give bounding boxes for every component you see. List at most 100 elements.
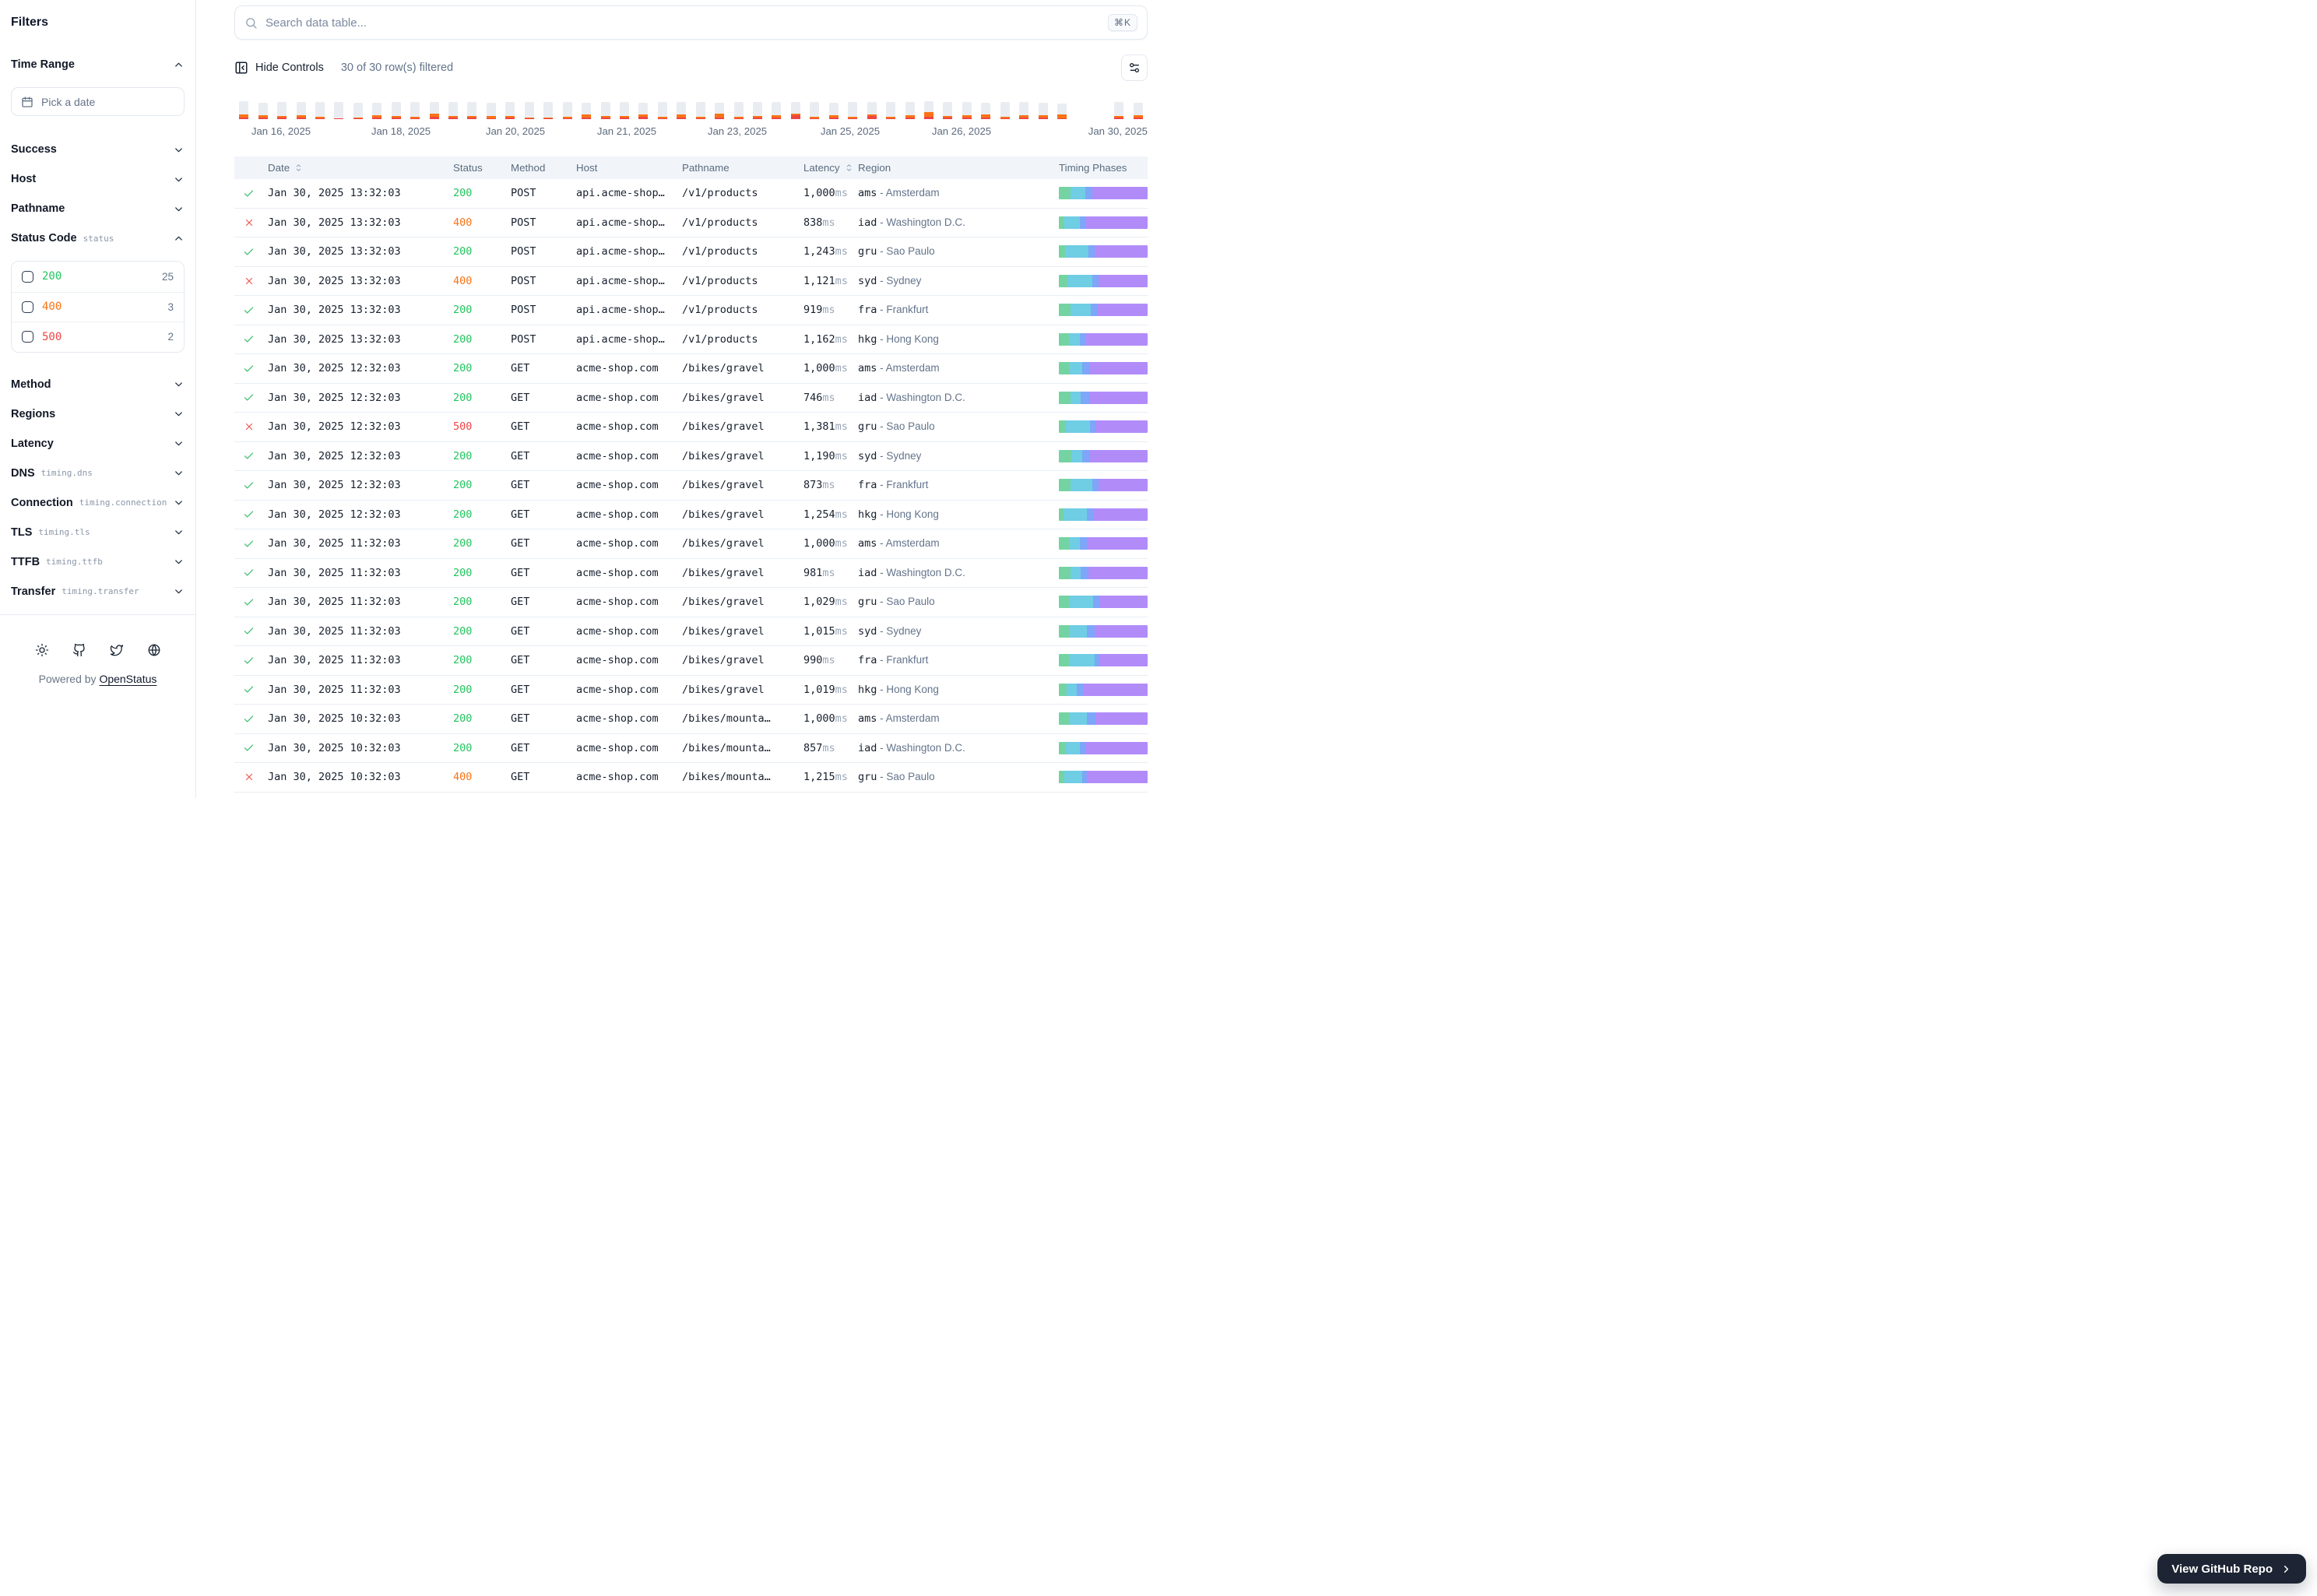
status-option-400[interactable]: 4003: [12, 292, 184, 322]
status-option-500[interactable]: 5002: [12, 322, 184, 352]
sidebar-section-tls[interactable]: TLStiming.tls: [11, 526, 185, 540]
cell-status: 200: [448, 537, 505, 550]
globe-icon[interactable]: [147, 643, 161, 657]
sidebar-section-ttfb[interactable]: TTFBtiming.ttfb: [11, 555, 185, 569]
table-row[interactable]: Jan 30, 2025 12:32:03500GETacme-shop.com…: [234, 413, 1148, 442]
view-github-repo-button[interactable]: View GitHub Repo: [2157, 1554, 2306, 1584]
table-row[interactable]: Jan 30, 2025 10:32:03400GETacme-shop.com…: [234, 763, 1148, 793]
cell-method: GET: [505, 508, 571, 521]
cell-status: 200: [448, 392, 505, 404]
github-icon[interactable]: [72, 643, 86, 657]
hide-controls-button[interactable]: Hide Controls: [234, 61, 324, 75]
success-check-icon: [234, 392, 263, 403]
phase-ttfb-segment: [1087, 771, 1148, 783]
table-row[interactable]: Jan 30, 2025 10:32:03200GETacme-shop.com…: [234, 705, 1148, 734]
sun-icon[interactable]: [35, 643, 49, 657]
table-row[interactable]: Jan 30, 2025 12:32:03200GETacme-shop.com…: [234, 442, 1148, 472]
table-row[interactable]: Jan 30, 2025 12:32:03200GETacme-shop.com…: [234, 384, 1148, 413]
table-row[interactable]: Jan 30, 2025 11:32:03200GETacme-shop.com…: [234, 529, 1148, 559]
checkbox[interactable]: [22, 331, 33, 343]
sidebar-section-dns[interactable]: DNStiming.dns: [11, 466, 185, 480]
phase-connection-segment: [1070, 333, 1081, 346]
cell-method: GET: [505, 450, 571, 462]
cell-host: acme-shop.com: [571, 771, 677, 783]
view-options-button[interactable]: [1121, 54, 1148, 81]
chevron-down-icon: [173, 556, 185, 568]
table-row[interactable]: Jan 30, 2025 11:32:03200GETacme-shop.com…: [234, 676, 1148, 705]
cell-latency: 1,000ms: [797, 537, 852, 550]
sidebar-section-regions[interactable]: Regions: [11, 407, 185, 421]
phase-ttfb-segment: [1099, 596, 1148, 608]
twitter-icon[interactable]: [110, 643, 124, 657]
cell-pathname: /v1/products: [677, 187, 797, 199]
timing-phases-bar: [1059, 684, 1148, 696]
sidebar-section-host[interactable]: Host: [11, 172, 185, 186]
sidebar-section-success[interactable]: Success: [11, 142, 185, 156]
cell-method: GET: [505, 684, 571, 696]
cell-pathname: /v1/products: [677, 216, 797, 229]
section-field-label: timing.transfer: [62, 586, 139, 596]
cell-region: hkg - Hong Kong: [852, 333, 1051, 346]
table-row[interactable]: Jan 30, 2025 13:32:03400POSTapi.acme-sho…: [234, 209, 1148, 238]
chevron-down-icon: [173, 526, 185, 538]
timeline-chart[interactable]: Jan 16, 2025Jan 18, 2025Jan 20, 2025Jan …: [234, 99, 1148, 141]
table-row[interactable]: Jan 30, 2025 13:32:03200POSTapi.acme-sho…: [234, 325, 1148, 355]
cell-latency: 873ms: [797, 479, 852, 491]
cell-date: Jan 30, 2025 13:32:03: [263, 333, 448, 346]
table-row[interactable]: Jan 30, 2025 13:32:03200POSTapi.acme-sho…: [234, 296, 1148, 325]
table-row[interactable]: Jan 30, 2025 12:32:03200GETacme-shop.com…: [234, 471, 1148, 501]
cell-method: GET: [505, 362, 571, 374]
cell-date: Jan 30, 2025 13:32:03: [263, 187, 448, 199]
cell-method: GET: [505, 567, 571, 579]
table-row[interactable]: Jan 30, 2025 13:32:03200POSTapi.acme-sho…: [234, 179, 1148, 209]
cell-region: fra - Frankfurt: [852, 479, 1051, 491]
phase-tls-segment: [1080, 216, 1086, 229]
sidebar-section-method[interactable]: Method: [11, 378, 185, 392]
sidebar-section-transfer[interactable]: Transfertiming.transfer: [11, 585, 185, 599]
table-row[interactable]: Jan 30, 2025 10:32:03200GETacme-shop.com…: [234, 734, 1148, 764]
table-row[interactable]: Jan 30, 2025 12:32:03200GETacme-shop.com…: [234, 354, 1148, 384]
sidebar-section-status-code[interactable]: Status Codestatus: [11, 231, 185, 245]
table-row[interactable]: Jan 30, 2025 11:32:03200GETacme-shop.com…: [234, 559, 1148, 589]
cell-timing-phases: [1051, 187, 1148, 199]
phase-dns-segment: [1059, 362, 1069, 374]
table-row[interactable]: Jan 30, 2025 13:32:03400POSTapi.acme-sho…: [234, 267, 1148, 297]
histogram-bar-slot: [1109, 99, 1128, 119]
cell-region: iad - Washington D.C.: [852, 216, 1051, 229]
histogram-bar-slot: [272, 99, 291, 119]
table-row[interactable]: Jan 30, 2025 11:32:03200GETacme-shop.com…: [234, 646, 1148, 676]
success-check-icon: [234, 713, 263, 725]
cell-latency: 1,243ms: [797, 245, 852, 258]
table-row[interactable]: Jan 30, 2025 11:32:03200GETacme-shop.com…: [234, 617, 1148, 647]
sidebar-section-connection[interactable]: Connectiontiming.connection: [11, 496, 185, 510]
sidebar-section-pathname[interactable]: Pathname: [11, 202, 185, 216]
checkbox[interactable]: [22, 301, 33, 313]
cell-status: 200: [448, 508, 505, 521]
cell-host: acme-shop.com: [571, 508, 677, 521]
table-row[interactable]: Jan 30, 2025 13:32:03200POSTapi.acme-sho…: [234, 237, 1148, 267]
date-picker-input[interactable]: Pick a date: [11, 87, 185, 116]
cell-status: 200: [448, 742, 505, 754]
checkbox[interactable]: [22, 271, 33, 283]
chevron-down-icon: [173, 144, 185, 156]
column-header-date[interactable]: Date: [263, 162, 448, 174]
app-root: Filters Time RangePick a dateSuccessHost…: [0, 0, 1158, 798]
column-header-label: Status: [453, 162, 483, 174]
table-row[interactable]: Jan 30, 2025 11:32:03200GETacme-shop.com…: [234, 588, 1148, 617]
cell-status: 200: [448, 654, 505, 666]
cell-date: Jan 30, 2025 13:32:03: [263, 216, 448, 229]
sidebar-section-time-range[interactable]: Time Range: [11, 58, 185, 72]
cell-region: syd - Sydney: [852, 625, 1051, 638]
phase-connection-segment: [1066, 420, 1090, 433]
status-option-200[interactable]: 20025: [12, 262, 184, 292]
openstatus-link[interactable]: OpenStatus: [99, 673, 156, 685]
timing-phases-bar: [1059, 508, 1148, 521]
table-row[interactable]: Jan 30, 2025 12:32:03200GETacme-shop.com…: [234, 501, 1148, 530]
sidebar-section-latency[interactable]: Latency: [11, 437, 185, 451]
search-bar: ⌘K: [234, 5, 1148, 40]
column-header-latency[interactable]: Latency: [797, 162, 852, 174]
phase-dns-segment: [1059, 654, 1070, 666]
phase-ttfb-segment: [1095, 712, 1148, 725]
search-input[interactable]: [265, 16, 1100, 30]
histogram-bar-slot: [462, 99, 481, 119]
